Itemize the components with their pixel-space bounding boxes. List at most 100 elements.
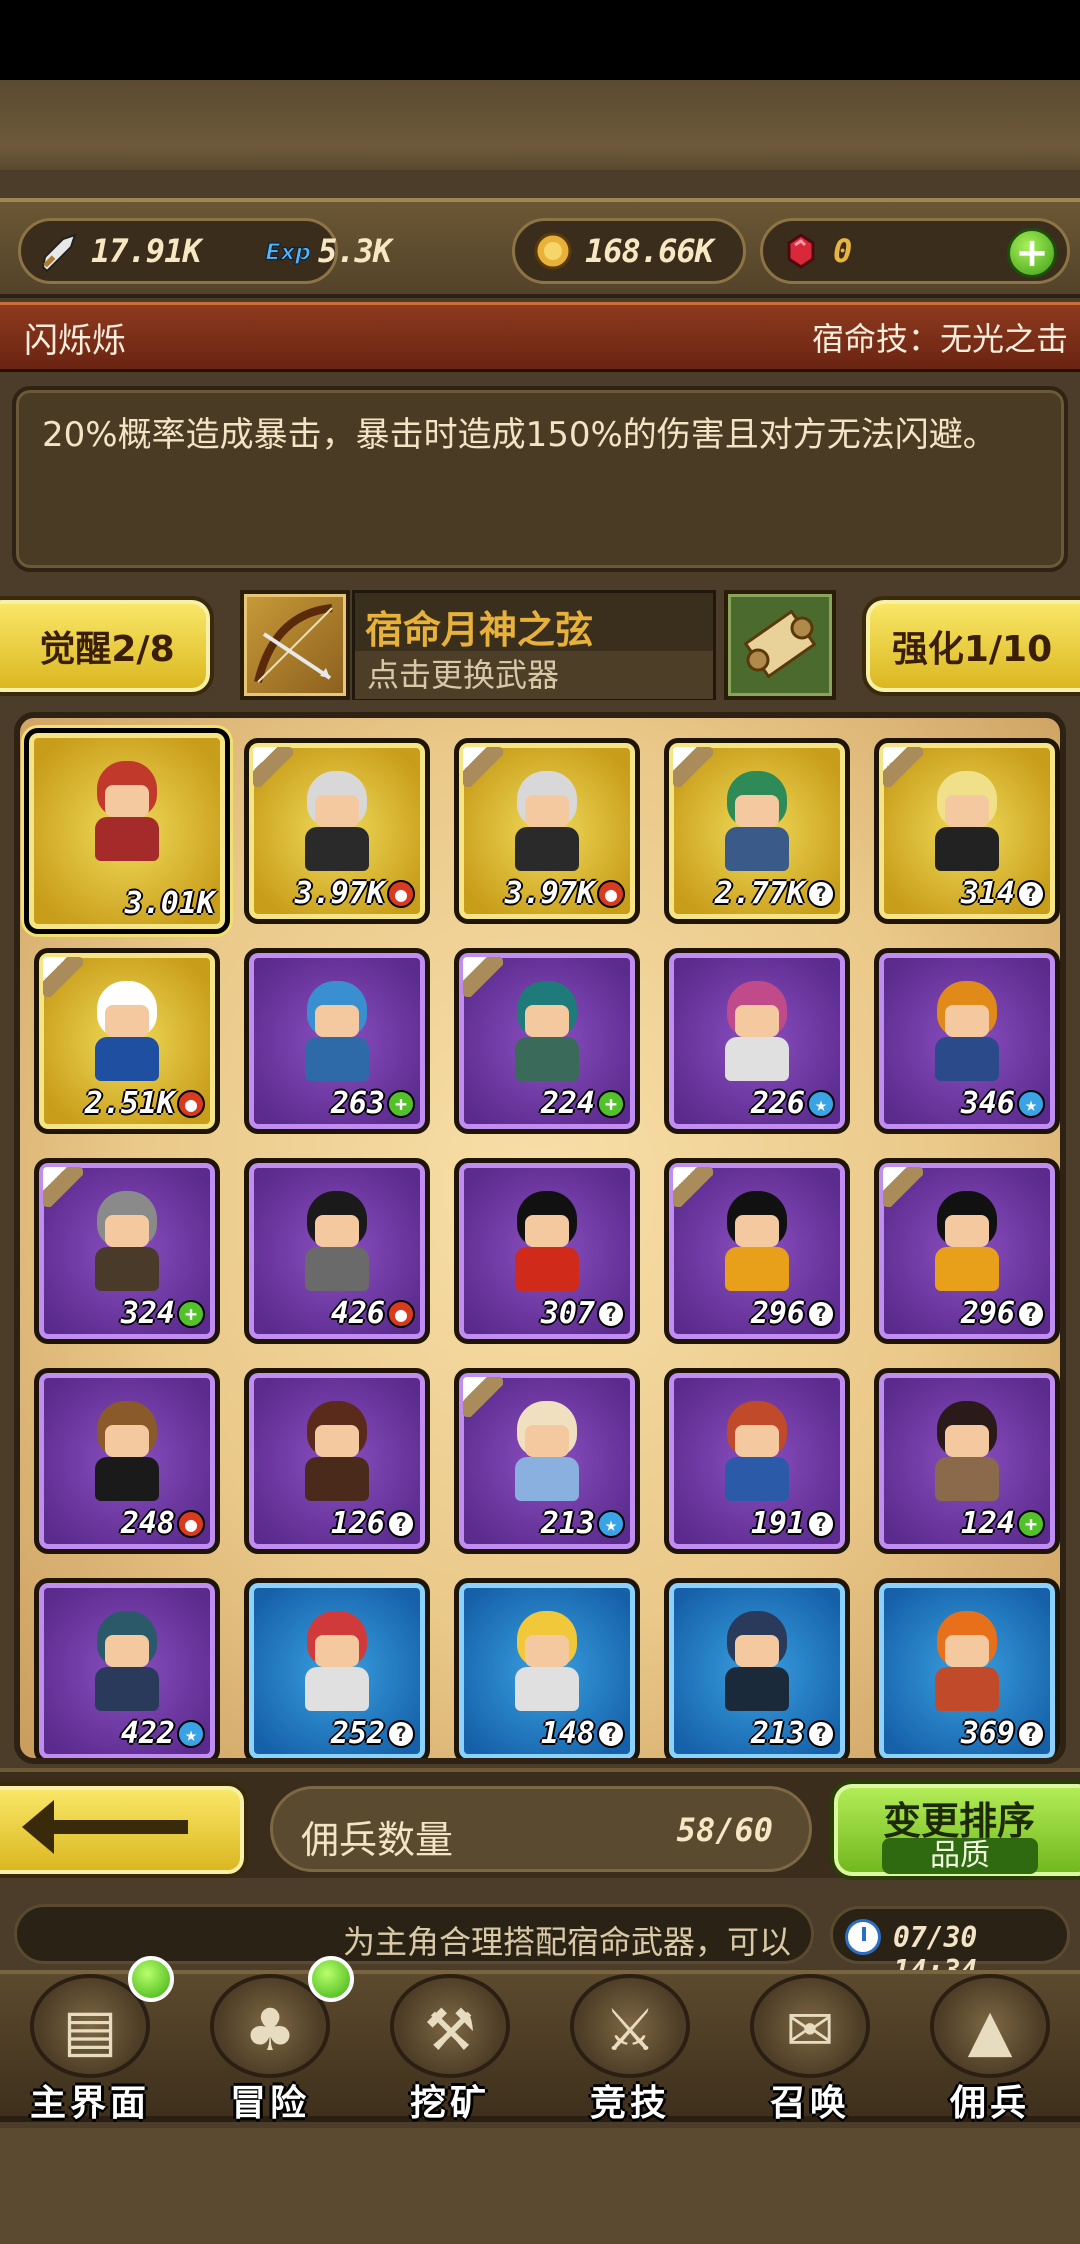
portrait-body — [515, 827, 579, 871]
enhance-button[interactable]: 强化1/10 — [862, 596, 1080, 696]
bottom-background — [0, 2128, 1080, 2244]
mercenary-portrait — [291, 1185, 383, 1297]
mercenary-portrait — [291, 765, 383, 877]
hero-name: 闪烁烁 — [24, 320, 126, 361]
mercenary-card[interactable]: 426 ● — [244, 1158, 430, 1344]
mercenary-card[interactable]: 3.97K ● — [454, 738, 640, 924]
portrait-face — [315, 1425, 359, 1457]
portrait-body — [725, 1457, 789, 1501]
mercenary-portrait — [501, 975, 593, 1087]
level-text: 3.97K — [294, 876, 385, 911]
mercenary-card[interactable]: 213? — [664, 1578, 850, 1758]
mercenary-card[interactable]: 191? — [664, 1368, 850, 1554]
mercenary-level: 124 + — [961, 1506, 1045, 1541]
nav-item-scroll[interactable]: ✉ 召唤 — [720, 1974, 900, 2126]
portrait-face — [525, 795, 569, 827]
scroll-icon[interactable] — [724, 590, 836, 700]
weapon-icon[interactable] — [240, 590, 350, 700]
awaken-button[interactable]: 觉醒2/8 — [0, 596, 214, 696]
portrait-body — [935, 827, 999, 871]
mercenary-level: 248 ● — [121, 1506, 205, 1541]
mercenary-portrait — [711, 1605, 803, 1717]
back-button[interactable] — [0, 1782, 248, 1878]
nav-glyph: ▲ — [967, 1996, 1013, 2064]
skill-description-text: 20%概率造成暴击，暴击时造成150%的伤害且对方无法闪避。 — [42, 415, 997, 455]
question-badge-icon: ? — [807, 1719, 835, 1748]
mercenary-card[interactable]: 2.51K ● — [34, 948, 220, 1134]
mercenary-card[interactable]: 213 ★ — [454, 1368, 640, 1554]
svg-text:Exp: Exp — [265, 240, 310, 266]
mercenary-card[interactable]: 422 ★ — [34, 1578, 220, 1758]
question-badge-icon: ? — [1017, 879, 1045, 908]
mercenary-portrait — [81, 755, 173, 867]
notification-dot — [308, 1956, 354, 2002]
sort-button[interactable]: 变更排序 品质 — [830, 1780, 1080, 1880]
mercenary-card[interactable]: 226 ★ — [664, 948, 850, 1134]
mercenary-portrait — [711, 765, 803, 877]
level-text: 314 — [960, 876, 1015, 911]
portrait-face — [105, 1635, 149, 1667]
star-badge-icon: ★ — [177, 1719, 205, 1748]
level-text: 263 — [330, 1086, 385, 1121]
mercenary-card[interactable]: 324 + — [34, 1158, 220, 1344]
mercenary-card[interactable]: 307? — [454, 1158, 640, 1344]
arrow-left-icon — [22, 1800, 188, 1854]
nav-item-map-scroll[interactable]: ▤ 主界面 — [0, 1956, 180, 2126]
mercenary-card[interactable]: 124 + — [874, 1368, 1060, 1554]
nav-item-pickaxe[interactable]: ⚒ 挖矿 — [360, 1974, 540, 2126]
portrait-face — [315, 1635, 359, 1667]
star-badge-icon: ★ — [1017, 1089, 1045, 1118]
portrait-face — [525, 1635, 569, 1667]
level-text: 307 — [540, 1296, 595, 1331]
mercenary-card[interactable]: 346 ★ — [874, 948, 1060, 1134]
mercenary-card[interactable]: 369? — [874, 1578, 1060, 1758]
fire-badge-icon: ● — [597, 879, 625, 908]
question-badge-icon: ? — [1017, 1299, 1045, 1328]
mercenary-card[interactable]: 252? — [244, 1578, 430, 1758]
mercenary-card[interactable]: 3.01K — [24, 728, 230, 934]
add-gems-button[interactable]: + — [1007, 228, 1057, 278]
equipped-weapon-icon — [673, 747, 713, 787]
mercenary-card[interactable]: 248 ● — [34, 1368, 220, 1554]
mercenary-level: 324 + — [121, 1296, 205, 1331]
portrait-body — [95, 1037, 159, 1081]
mercenary-card[interactable]: 148? — [454, 1578, 640, 1758]
nav-label: 挖矿 — [409, 2083, 490, 2124]
level-text: 191 — [750, 1506, 805, 1541]
level-text: 324 — [120, 1296, 175, 1331]
nav-item-crossed-swords[interactable]: ⚔ 竞技 — [540, 1974, 720, 2126]
weapon-info-panel[interactable]: 宿命月神之弦 点击更换武器 — [352, 590, 716, 700]
mercenary-portrait — [81, 1395, 173, 1507]
mercenary-card[interactable]: 224 + — [454, 948, 640, 1134]
portrait-face — [315, 795, 359, 827]
gold-value: 168.66K — [585, 232, 714, 270]
mercenary-level: 2.77K? — [715, 876, 835, 911]
mercenary-portrait — [501, 1395, 593, 1507]
mercenary-card[interactable]: 314? — [874, 738, 1060, 924]
portrait-body — [305, 827, 369, 871]
mercenary-portrait — [501, 1185, 593, 1297]
nav-label: 召唤 — [769, 2083, 850, 2124]
portrait-face — [315, 1215, 359, 1247]
mercenary-card[interactable]: 296? — [664, 1158, 850, 1344]
mercenary-portrait — [921, 1185, 1013, 1297]
mercenary-count: 佣兵数量 58/60 — [270, 1786, 812, 1872]
portrait-body — [725, 827, 789, 871]
portrait-body — [935, 1457, 999, 1501]
exp-value: 5.3K — [318, 232, 392, 270]
mercenary-card[interactable]: 263 + — [244, 948, 430, 1134]
question-badge-icon: ? — [597, 1719, 625, 1748]
portrait-body — [515, 1037, 579, 1081]
mercenary-level: 224 + — [541, 1086, 625, 1121]
mercenary-card[interactable]: 126? — [244, 1368, 430, 1554]
mercenary-card[interactable]: 2.77K? — [664, 738, 850, 924]
mercenary-level: 426 ● — [331, 1296, 415, 1331]
plus-badge-icon: + — [597, 1089, 625, 1118]
nav-item-island[interactable]: ♣ 冒险 — [180, 1956, 360, 2126]
nav-item-tent[interactable]: ▲ 佣兵 — [900, 1974, 1080, 2126]
mercenary-card[interactable]: 3.97K ● — [244, 738, 430, 924]
portrait-body — [935, 1037, 999, 1081]
mercenary-card[interactable]: 296? — [874, 1158, 1060, 1344]
portrait-body — [95, 1457, 159, 1501]
level-text: 126 — [330, 1506, 385, 1541]
